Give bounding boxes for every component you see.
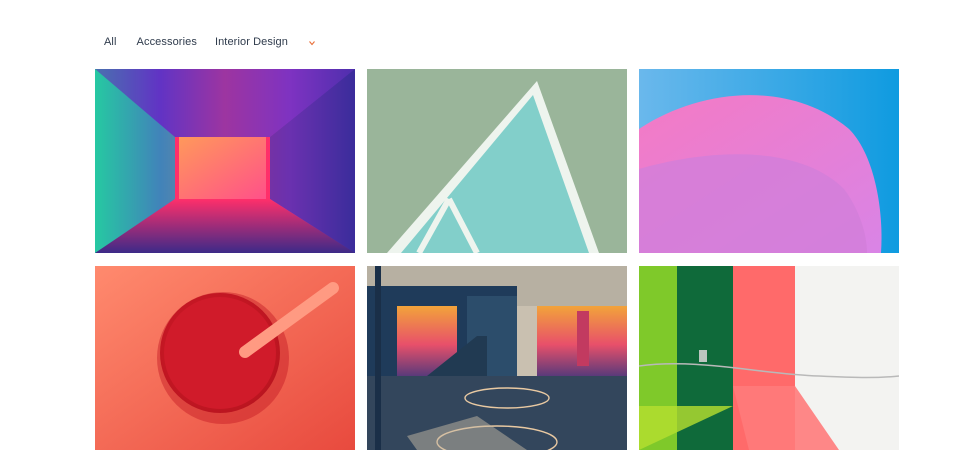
teal-triangle-image: [367, 69, 627, 253]
basketball-court-image: [367, 266, 627, 450]
portfolio-filter-bar: All Accessories Interior Design: [104, 34, 316, 50]
filter-interior-design[interactable]: Interior Design: [215, 36, 288, 48]
red-smoothie-image: [95, 266, 355, 450]
portfolio-tile-pink-ribbon[interactable]: [639, 69, 899, 253]
portfolio-tile-basketball-court[interactable]: [367, 266, 627, 450]
pink-ribbon-image: [639, 69, 899, 253]
striped-wall-image: [639, 266, 899, 450]
filter-all[interactable]: All: [104, 36, 117, 48]
portfolio-tile-teal-triangle[interactable]: [367, 69, 627, 253]
filter-accessories[interactable]: Accessories: [137, 36, 197, 48]
portfolio-tile-neon-corridor[interactable]: [95, 69, 355, 253]
chevron-down-icon[interactable]: [308, 38, 316, 46]
neon-corridor-image: [95, 69, 355, 253]
portfolio-tile-red-smoothie[interactable]: [95, 266, 355, 450]
portfolio-grid: [95, 69, 899, 450]
portfolio-tile-striped-wall[interactable]: [639, 266, 899, 450]
